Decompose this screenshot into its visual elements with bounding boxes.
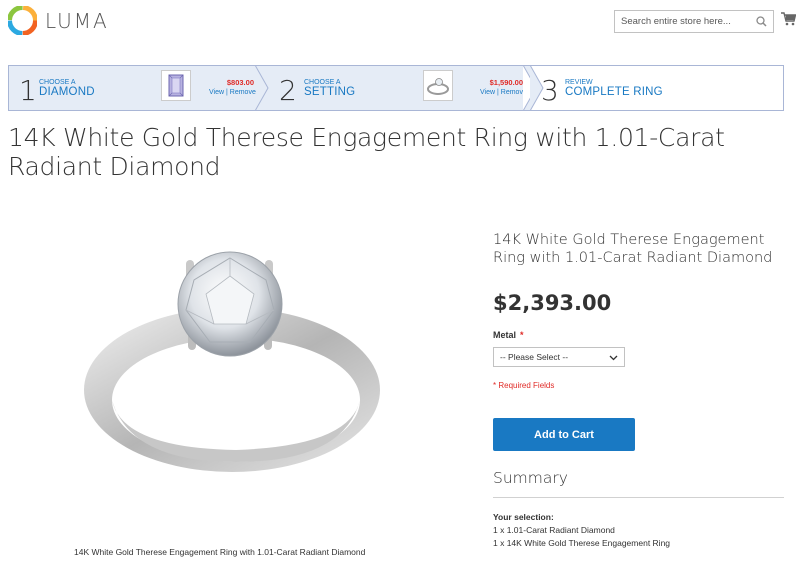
diamond-links: View | Remove [209,89,256,96]
step-caption: CHOOSE A [304,79,341,86]
step-number: 1 [19,74,37,107]
search-box [614,10,774,33]
selection-line-setting: 1 x 14K White Gold Therese Engagement Ri… [493,538,671,548]
engagement-ring-image [84,251,380,472]
step-caption: REVIEW [565,79,593,86]
step-divider-icon [530,65,544,111]
step-choose-diamond[interactable]: 1 CHOOSE A DIAMOND $803.00 View | Remove [9,65,269,111]
required-asterisk: * [520,330,524,340]
luma-logo-icon [8,6,37,35]
selection-label: Your selection: [493,512,554,522]
selection-line-diamond: 1 x 1.01-Carat Radiant Diamond [493,525,615,535]
setting-price: $1,590.00 [489,78,523,87]
product-image[interactable] [60,200,420,540]
chevron-down-icon [609,355,618,361]
setting-thumbnail [423,70,453,101]
setting-links: View | Remove [480,89,527,96]
step-title: COMPLETE RING [565,86,663,98]
page-title: 14K White Gold Therese Engagement Ring w… [8,123,725,181]
luma-logo[interactable]: LUMA [8,6,109,35]
image-caption: 14K White Gold Therese Engagement Ring w… [74,547,366,557]
summary-title: Summary [493,469,568,487]
ring-builder-steps: 1 CHOOSE A DIAMOND $803.00 View | Remove… [8,65,784,111]
step-review-complete-ring[interactable]: 3 REVIEW COMPLETE RING [531,66,783,110]
diamond-price: $803.00 [226,78,254,87]
step-divider-icon [255,65,269,111]
diamond-thumbnail [161,70,191,101]
cart-icon[interactable] [781,12,796,26]
search-icon[interactable] [756,16,767,27]
site-header: LUMA [0,0,800,44]
ring-icon [427,78,449,95]
step-title: DIAMOND [39,86,95,98]
metal-select-value: -- Please Select -- [500,352,569,362]
required-fields-note: * Required Fields [493,381,555,390]
summary-divider [493,497,784,498]
metal-select[interactable]: -- Please Select -- [493,347,625,367]
step-choose-setting[interactable]: 2 CHOOSE A SETTING $1,590.00 View | Remo… [269,65,537,111]
radiant-diamond-icon [168,74,184,97]
search-input[interactable] [615,11,745,32]
step-title: SETTING [304,86,356,98]
product-price: $2,393.00 [493,291,612,315]
step-number: 2 [279,74,297,107]
metal-label: Metal * [493,330,524,340]
step-caption: CHOOSE A [39,79,76,86]
metal-label-text: Metal [493,330,517,340]
product-name: 14K White Gold Therese Engagement Ring w… [493,232,773,266]
view-diamond-link[interactable]: View [209,89,224,96]
view-setting-link[interactable]: View [480,89,495,96]
add-to-cart-button[interactable]: Add to Cart [493,418,635,451]
remove-diamond-link[interactable]: Remove [230,89,256,96]
brand-name: LUMA [45,8,109,33]
